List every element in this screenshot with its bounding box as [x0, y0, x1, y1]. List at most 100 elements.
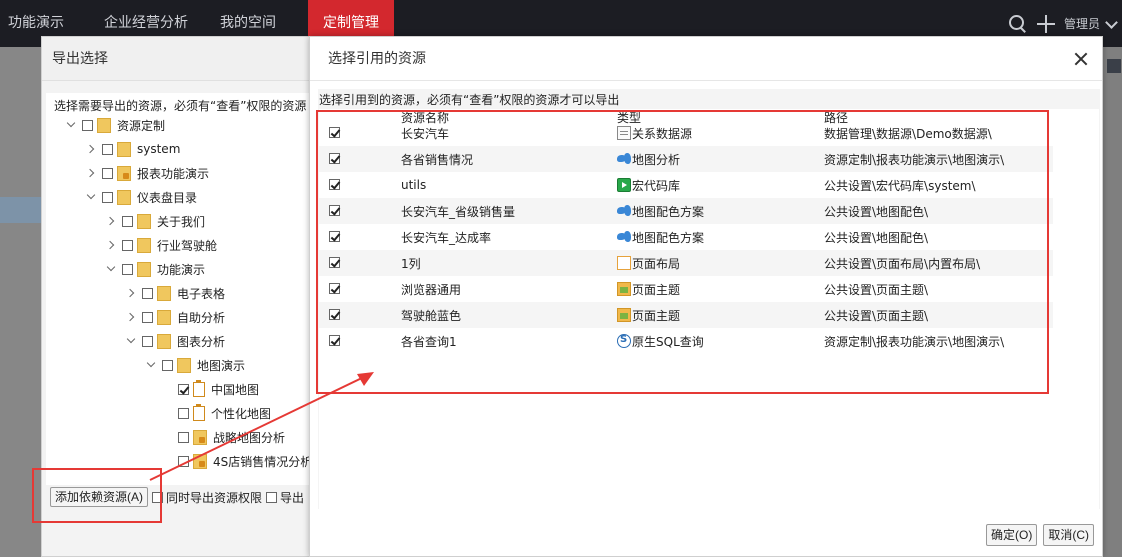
tree-node[interactable]: 4S店销售情况分析	[178, 451, 312, 471]
tree-node-checkbox[interactable]	[122, 239, 133, 251]
tree-node[interactable]: 战略地图分析	[178, 427, 285, 447]
export-permission-checkbox[interactable]: 同时导出资源权限	[152, 489, 262, 506]
tree-node-checkbox[interactable]	[142, 311, 153, 323]
folder-icon	[137, 213, 151, 229]
row-checkbox[interactable]	[329, 309, 340, 320]
close-icon[interactable]	[1074, 52, 1088, 66]
tree-node-checkbox[interactable]	[82, 119, 93, 131]
tree-node-checkbox[interactable]	[162, 359, 173, 371]
row-checkbox[interactable]	[329, 153, 340, 164]
cancel-button[interactable]: 取消(C)	[1043, 524, 1094, 546]
tree-node-checkbox[interactable]	[102, 191, 113, 203]
export-dialog-title: 导出选择	[42, 37, 320, 81]
table-row[interactable]: 长安汽车_达成率 地图配色方案 公共设置\地图配色\	[319, 224, 1053, 250]
tree-node[interactable]: 中国地图	[178, 379, 259, 399]
macro-icon	[617, 178, 631, 192]
tree-node[interactable]: 地图演示	[146, 355, 245, 375]
tree-node-checkbox[interactable]	[178, 407, 189, 419]
tree-node[interactable]: 电子表格	[126, 283, 225, 303]
chevron-down-icon[interactable]	[1106, 18, 1118, 30]
row-checkbox[interactable]	[329, 283, 340, 294]
theme-icon	[617, 308, 631, 322]
resource-type-label: 地图配色方案	[632, 230, 705, 245]
export-permission-label: 同时导出资源权限	[166, 490, 263, 505]
export-more-checkbox[interactable]: 导出	[266, 489, 304, 506]
table-row[interactable]: utils 宏代码库 公共设置\宏代码库\system\	[319, 172, 1053, 198]
resource-type: 关系数据源	[617, 125, 692, 142]
chevron-right-icon[interactable]	[126, 312, 136, 322]
row-checkbox[interactable]	[329, 179, 340, 190]
row-checkbox[interactable]	[329, 335, 340, 346]
folder-icon	[117, 141, 131, 157]
tree-node-checkbox[interactable]	[178, 383, 189, 395]
chevron-down-icon[interactable]	[146, 360, 156, 370]
row-checkbox[interactable]	[329, 257, 340, 268]
tree-node-label: 战略地图分析	[213, 430, 286, 445]
resource-path: 公共设置\地图配色\	[824, 204, 929, 219]
tree-node[interactable]: 行业驾驶舱	[106, 235, 217, 255]
tree-node[interactable]: 个性化地图	[178, 403, 271, 423]
sql-icon	[617, 334, 631, 348]
tree-node-checkbox[interactable]	[122, 215, 133, 227]
ok-button[interactable]: 确定(O)	[986, 524, 1038, 546]
chevron-right-icon[interactable]	[86, 168, 96, 178]
tree-node-checkbox[interactable]	[102, 143, 113, 155]
tree-node-checkbox[interactable]	[142, 335, 153, 347]
tree-node[interactable]: 功能演示	[106, 259, 205, 279]
table-row[interactable]: 浏览器通用 页面主题 公共设置\页面主题\	[319, 276, 1053, 302]
tree-node[interactable]: 仪表盘目录	[86, 187, 197, 207]
tree-node[interactable]: 图表分析	[126, 331, 225, 351]
tree-node-label: 报表功能演示	[137, 166, 210, 181]
folder-icon	[117, 189, 131, 205]
resource-name: 各省查询1	[401, 334, 457, 349]
chevron-right-icon[interactable]	[106, 216, 116, 226]
add-dependency-button[interactable]: 添加依赖资源(A)	[50, 487, 148, 507]
chevron-down-icon[interactable]	[106, 264, 116, 274]
row-checkbox[interactable]	[329, 231, 340, 242]
table-row[interactable]: 1列 页面布局 公共设置\页面布局\内置布局\	[319, 250, 1053, 276]
clipboard-icon	[193, 379, 205, 397]
checkbox[interactable]	[266, 491, 278, 503]
table-row[interactable]: 各省查询1 原生SQL查询 资源定制\报表功能演示\地图演示\	[319, 328, 1053, 354]
tree-node-checkbox[interactable]	[178, 455, 189, 467]
table-row[interactable]: 各省销售情况 地图分析 资源定制\报表功能演示\地图演示\	[319, 146, 1053, 172]
resource-name: 1列	[401, 256, 421, 271]
plus-icon[interactable]	[1036, 14, 1056, 34]
tree-node-checkbox[interactable]	[178, 431, 189, 443]
chevron-down-icon[interactable]	[126, 336, 136, 346]
tree-node[interactable]: 资源定制	[66, 115, 165, 135]
chevron-right-icon[interactable]	[86, 144, 96, 154]
tree-node-label: 关于我们	[157, 214, 206, 229]
chevron-right-icon[interactable]	[126, 288, 136, 298]
tree-node[interactable]: 自助分析	[126, 307, 225, 327]
tree-node[interactable]: 报表功能演示	[86, 163, 209, 183]
table-row[interactable]: 长安汽车 关系数据源 数据管理\数据源\Demo数据源\	[319, 120, 1053, 146]
chevron-down-icon[interactable]	[66, 120, 76, 130]
export-selection-dialog: 导出选择 选择需要导出的资源，必须有“查看”权限的资源 资源定制 system 报表…	[41, 36, 322, 557]
background-sidebar	[0, 47, 41, 557]
export-dialog-footer: 添加依赖资源(A) 同时导出资源权限 导出	[50, 487, 304, 507]
background-sidebar-selected	[0, 197, 41, 223]
table-row[interactable]: 驾驶舱蓝色 页面主题 公共设置\页面主题\	[319, 302, 1053, 328]
tree-node-checkbox[interactable]	[142, 287, 153, 299]
chevron-right-icon[interactable]	[106, 240, 116, 250]
tree-node-checkbox[interactable]	[102, 167, 113, 179]
row-checkbox[interactable]	[329, 127, 340, 138]
checkbox[interactable]	[152, 491, 163, 503]
user-menu[interactable]: 管理员	[1064, 15, 1100, 32]
select-referenced-resources-dialog: 选择引用的资源 选择引用到的资源，必须有“查看”权限的资源才可以导出 资源名称 …	[309, 36, 1103, 557]
resource-path: 资源定制\报表功能演示\地图演示\	[824, 334, 1005, 349]
resource-type-label: 宏代码库	[632, 178, 681, 193]
tree-node[interactable]: system	[86, 139, 180, 159]
tree-node-label: 地图演示	[197, 358, 246, 373]
dialog-body: 选择引用到的资源，必须有“查看”权限的资源才可以导出 资源名称 类型 路径 长安…	[318, 89, 1100, 509]
search-icon[interactable]	[1008, 14, 1028, 34]
resource-type: 地图配色方案	[617, 229, 704, 246]
resource-path: 公共设置\地图配色\	[824, 230, 929, 245]
tree-node-label: 4S店销售情况分析	[213, 454, 313, 469]
tree-node-checkbox[interactable]	[122, 263, 133, 275]
chevron-down-icon[interactable]	[86, 192, 96, 202]
tree-node[interactable]: 关于我们	[106, 211, 205, 231]
table-row[interactable]: 长安汽车_省级销售量 地图配色方案 公共设置\地图配色\	[319, 198, 1053, 224]
row-checkbox[interactable]	[329, 205, 340, 216]
